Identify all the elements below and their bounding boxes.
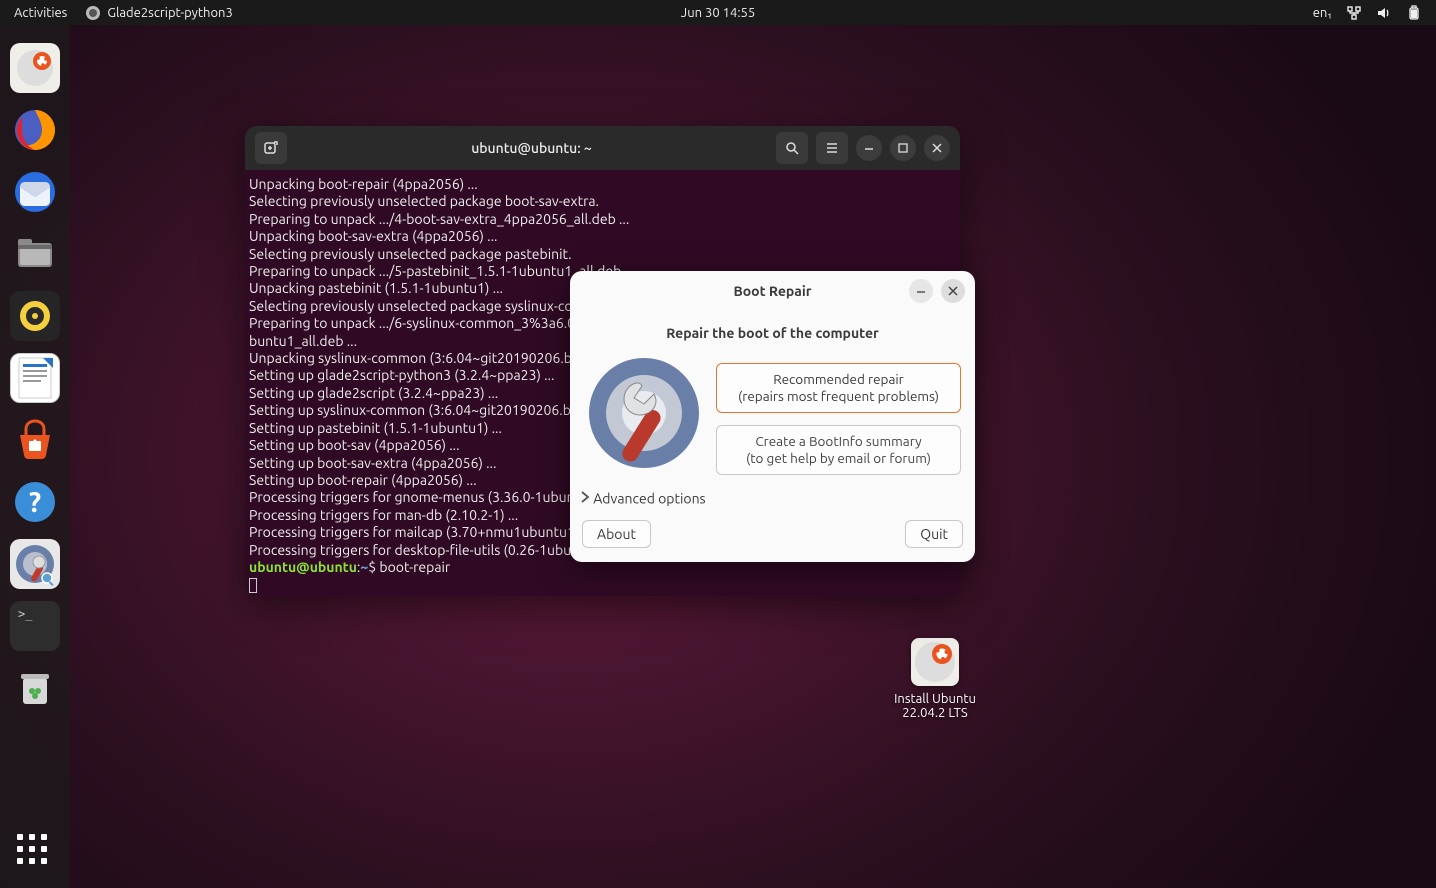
dock-help[interactable]: ?	[10, 477, 60, 527]
quit-button[interactable]: Quit	[905, 520, 963, 548]
app-name-label: Glade2script-python3	[107, 6, 233, 20]
dock-ubuntu-software[interactable]	[10, 415, 60, 465]
maximize-button[interactable]	[890, 135, 916, 161]
prompt-command: boot-repair	[379, 559, 450, 575]
bootinfo-label-2: (to get help by email or forum)	[746, 450, 931, 466]
dock-rhythmbox[interactable]	[10, 291, 60, 341]
app-icon	[85, 5, 101, 21]
advanced-options-expander[interactable]: Advanced options	[570, 481, 975, 514]
svg-text:?: ?	[29, 487, 41, 518]
dock-trash[interactable]	[10, 663, 60, 713]
app-menu[interactable]: Glade2script-python3	[85, 5, 233, 21]
dock: ? >_	[0, 25, 70, 888]
dialog-close-button[interactable]	[941, 279, 965, 303]
show-applications-button[interactable]	[17, 834, 53, 870]
boot-repair-dialog: Boot Repair Repair the boot of the compu…	[570, 271, 975, 562]
recommended-repair-button[interactable]: Recommended repair (repairs most frequen…	[716, 363, 961, 413]
input-source-indicator[interactable]: en₁	[1313, 6, 1332, 20]
about-button[interactable]: About	[582, 520, 651, 548]
desktop-icon-label: Install Ubuntu22.04.2 LTS	[894, 692, 976, 720]
dock-firefox[interactable]	[10, 105, 60, 155]
close-button[interactable]	[924, 135, 950, 161]
activities-button[interactable]: Activities	[14, 6, 67, 20]
dialog-titlebar: Boot Repair	[570, 271, 975, 311]
new-tab-button[interactable]	[255, 132, 287, 164]
battery-icon[interactable]	[1406, 5, 1422, 21]
clock[interactable]: Jun 30 14:55	[681, 6, 755, 20]
dialog-title: Boot Repair	[733, 283, 811, 299]
bootinfo-label-1: Create a BootInfo summary	[755, 433, 921, 449]
network-icon[interactable]	[1346, 5, 1362, 21]
advanced-options-label: Advanced options	[593, 490, 705, 506]
recommended-repair-label-1: Recommended repair	[773, 371, 904, 387]
dialog-subtitle: Repair the boot of the computer	[570, 311, 975, 353]
recommended-repair-label-2: (repairs most frequent problems)	[738, 388, 939, 404]
menu-button[interactable]	[816, 132, 848, 164]
dock-boot-repair[interactable]	[10, 539, 60, 589]
bootinfo-summary-button[interactable]: Create a BootInfo summary (to get help b…	[716, 425, 961, 475]
dock-libreoffice-writer[interactable]	[10, 353, 60, 403]
prompt-user: ubuntu@ubuntu	[249, 559, 357, 575]
cursor	[249, 578, 257, 593]
terminal-titlebar: ubuntu@ubuntu: ~	[245, 126, 960, 170]
minimize-button[interactable]	[856, 135, 882, 161]
dock-install-ubuntu[interactable]	[10, 43, 60, 93]
dialog-minimize-button[interactable]	[909, 279, 933, 303]
top-bar: Activities Glade2script-python3 Jun 30 1…	[0, 0, 1436, 25]
volume-icon[interactable]	[1376, 5, 1392, 21]
dock-terminal[interactable]: >_	[10, 601, 60, 651]
chevron-right-icon	[580, 490, 590, 506]
terminal-title: ubuntu@ubuntu: ~	[295, 140, 768, 156]
boot-repair-icon	[584, 353, 704, 473]
install-ubuntu-icon	[911, 638, 959, 686]
dock-files[interactable]	[10, 229, 60, 279]
dock-thunderbird[interactable]	[10, 167, 60, 217]
desktop-install-ubuntu-icon[interactable]: Install Ubuntu22.04.2 LTS	[890, 638, 980, 720]
search-button[interactable]	[776, 132, 808, 164]
